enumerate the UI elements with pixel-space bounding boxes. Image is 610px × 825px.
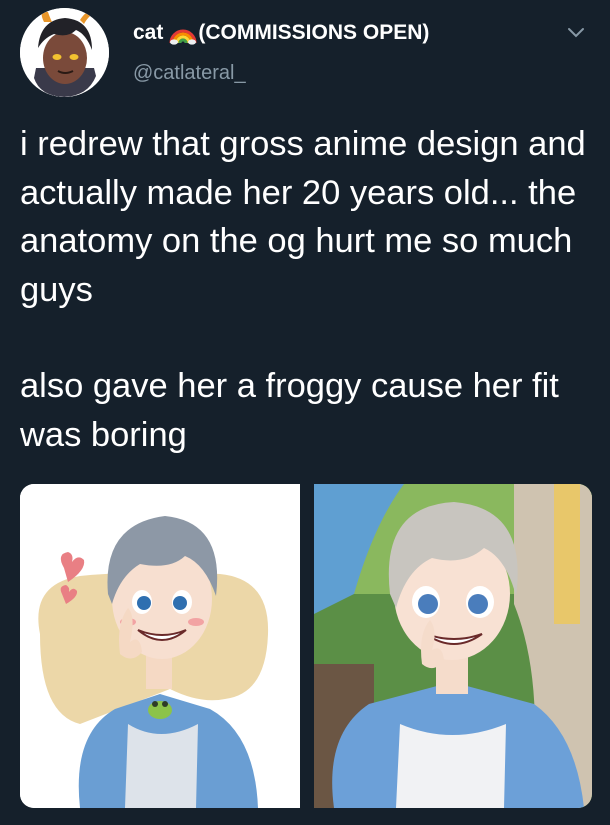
original-anime-screenshot (314, 484, 592, 808)
redrawn-illustration (20, 484, 300, 808)
tweet-media[interactable] (20, 484, 592, 808)
chevron-down-icon[interactable] (567, 26, 585, 40)
avatar-illustration (20, 8, 109, 97)
media-divider (300, 484, 314, 808)
user-handle[interactable]: @catlateral_ (133, 62, 246, 85)
tweet-paragraph-2: also gave her a froggy cause her fit was… (20, 367, 559, 454)
rainbow-icon (169, 21, 197, 45)
display-name-prefix: cat (133, 21, 164, 44)
display-name-suffix: (COMMISSIONS OPEN) (198, 21, 430, 44)
tweet-paragraph-1: i redrew that gross anime design and act… (20, 125, 586, 309)
tweet-text: i redrew that gross anime design and act… (20, 120, 592, 459)
display-name[interactable]: cat (COMMISSIONS OPEN) (133, 18, 429, 48)
media-image-left[interactable] (20, 484, 300, 808)
media-image-right[interactable] (314, 484, 592, 808)
avatar[interactable] (20, 8, 109, 97)
tweet-header: cat (COMMISSIONS OPEN) @catlateral_ (0, 0, 610, 110)
